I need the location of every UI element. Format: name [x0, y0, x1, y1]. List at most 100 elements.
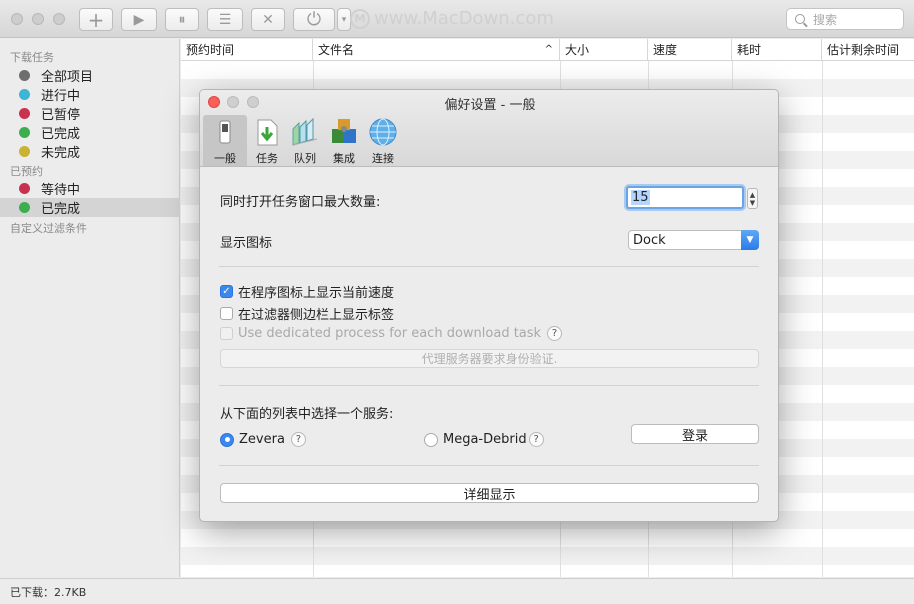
show-speed-checkbox[interactable]: ✓ 在程序图标上显示当前速度: [220, 282, 394, 301]
pause-button[interactable]: ⏸: [165, 8, 199, 31]
chevron-up-icon: ▲: [749, 190, 756, 199]
search-placeholder: 搜索: [813, 12, 838, 27]
list-button[interactable]: ☰: [207, 8, 243, 31]
max-windows-stepper[interactable]: ▲ ▼: [747, 188, 758, 209]
sidebar-item-label: 已完成: [41, 202, 81, 217]
divider: [219, 465, 759, 466]
show-speed-label: 在程序图标上显示当前速度: [238, 286, 395, 301]
service-zevera-label: Zevera: [239, 432, 285, 447]
show-icon-label: 显示图标: [220, 236, 273, 251]
list-icon: ☰: [218, 11, 232, 28]
tab-label: 队列: [294, 152, 316, 165]
column-header-elapsed[interactable]: 耗时: [732, 39, 822, 61]
sidebar-item-scheduled-completed[interactable]: 已完成: [0, 198, 180, 217]
column-header-speed[interactable]: 速度: [648, 39, 732, 61]
watermark-logo-icon: M: [350, 8, 370, 29]
service-mega-debrid-radio[interactable]: Mega-Debrid ?: [424, 432, 544, 447]
sidebar-custom-filter[interactable]: 自定义过滤条件: [10, 220, 87, 236]
search-icon: [795, 14, 805, 24]
column-header-remaining[interactable]: 估计剩余时间: [822, 39, 914, 61]
tab-label: 一般: [214, 152, 236, 165]
sidebar-item-label: 未完成: [41, 146, 81, 161]
max-windows-input[interactable]: 15: [626, 186, 744, 209]
proxy-auth-button: 代理服务器要求身份验证.: [220, 349, 759, 368]
show-details-button[interactable]: 详细显示: [220, 483, 759, 503]
close-window-button[interactable]: [11, 13, 23, 25]
tab-label: 集成: [333, 152, 355, 165]
checkbox-box: [220, 307, 233, 320]
login-button[interactable]: 登录: [631, 424, 759, 444]
status-dot-icon: [19, 202, 30, 213]
switch-icon: [210, 117, 240, 147]
globe-icon: [368, 117, 398, 147]
status-dot-icon: [19, 183, 30, 194]
service-zevera-radio[interactable]: Zevera ?: [220, 432, 306, 447]
tab-integration[interactable]: 集成: [322, 115, 366, 166]
sidebar-item-completed[interactable]: 已完成: [0, 123, 180, 142]
show-icon-value: Dock: [633, 232, 666, 248]
status-dot-icon: [19, 127, 30, 138]
column-header-label: 文件名: [318, 43, 355, 57]
column-header-filename[interactable]: 文件名 ^: [313, 39, 560, 61]
status-dot-icon: [19, 70, 30, 81]
chevron-down-icon: ▾: [341, 14, 347, 25]
sort-ascending-icon: ^: [544, 44, 553, 55]
sidebar-header-downloads: 下载任务: [10, 51, 54, 64]
power-button[interactable]: ⏻: [293, 8, 335, 31]
checkmark-icon: ✓: [220, 285, 233, 298]
sidebar-item-label: 全部项目: [41, 70, 94, 85]
play-icon: ▶: [133, 11, 145, 28]
add-task-button[interactable]: +: [79, 7, 113, 32]
sidebar-item-label: 等待中: [41, 183, 81, 198]
downloaded-total: 已下载：2.7KB: [10, 585, 87, 599]
status-dot-icon: [19, 89, 30, 100]
sidebar-item-label: 已暂停: [41, 108, 81, 123]
tab-connection[interactable]: 连接: [361, 115, 405, 166]
sidebar-item-all[interactable]: 全部项目: [0, 66, 180, 85]
divider: [219, 266, 759, 267]
watermark-text: www.MacDown.com: [374, 8, 554, 29]
max-windows-label: 同时打开任务窗口最大数量:: [220, 195, 381, 210]
preferences-dialog: 偏好设置 - 一般 一般 任务 队列 集成 连接 同时打开任务窗口最大数量: 1…: [199, 89, 779, 522]
plus-icon: +: [87, 7, 105, 32]
help-icon[interactable]: ?: [290, 432, 306, 447]
help-icon[interactable]: ?: [528, 432, 544, 447]
zoom-window-button[interactable]: [53, 13, 65, 25]
show-icon-select[interactable]: Dock ▼: [628, 230, 759, 250]
column-header-scheduled-time[interactable]: 预约时间: [181, 39, 313, 61]
max-windows-value: 15: [631, 190, 650, 205]
sidebar-item-active[interactable]: 进行中: [0, 85, 180, 104]
remove-button[interactable]: ✕: [251, 8, 285, 31]
main-toolbar: + ▶ ⏸ ☰ ✕ ⏻ ▾ M www.MacDown.com 搜索: [0, 0, 914, 38]
status-dot-icon: [19, 146, 30, 157]
checkbox-box: [220, 327, 233, 340]
watermark: M www.MacDown.com: [350, 8, 554, 29]
search-input[interactable]: 搜索: [786, 8, 904, 30]
power-icon: ⏻: [306, 9, 322, 30]
start-button[interactable]: ▶: [121, 8, 157, 31]
table-row: [181, 547, 914, 565]
help-icon[interactable]: ?: [547, 326, 563, 341]
table-row: [181, 529, 914, 547]
chevron-down-icon: ▼: [741, 230, 759, 250]
status-dot-icon: [19, 108, 30, 119]
tab-queue[interactable]: 队列: [283, 115, 327, 166]
minimize-window-button[interactable]: [32, 13, 44, 25]
table-row: [181, 61, 914, 79]
power-menu-button[interactable]: ▾: [337, 8, 351, 31]
column-header-size[interactable]: 大小: [560, 39, 648, 61]
dedicated-process-checkbox: Use dedicated process for each download …: [220, 326, 563, 341]
sidebar-item-label: 已完成: [41, 127, 81, 142]
sidebar-item-incomplete[interactable]: 未完成: [0, 142, 180, 161]
dedicated-process-label: Use dedicated process for each download …: [238, 326, 542, 341]
status-bar: 已下载：2.7KB: [0, 578, 914, 604]
pause-icon: ⏸: [178, 11, 186, 28]
tab-label: 连接: [372, 152, 394, 165]
service-mega-debrid-label: Mega-Debrid: [443, 432, 527, 447]
chevron-down-icon: ▼: [749, 198, 756, 207]
puzzle-icon: [329, 117, 359, 147]
sidebar-item-paused[interactable]: 已暂停: [0, 104, 180, 123]
sidebar-item-waiting[interactable]: 等待中: [0, 179, 180, 198]
tab-general[interactable]: 一般: [203, 115, 247, 166]
show-tags-checkbox[interactable]: 在过滤器侧边栏上显示标签: [220, 304, 394, 323]
